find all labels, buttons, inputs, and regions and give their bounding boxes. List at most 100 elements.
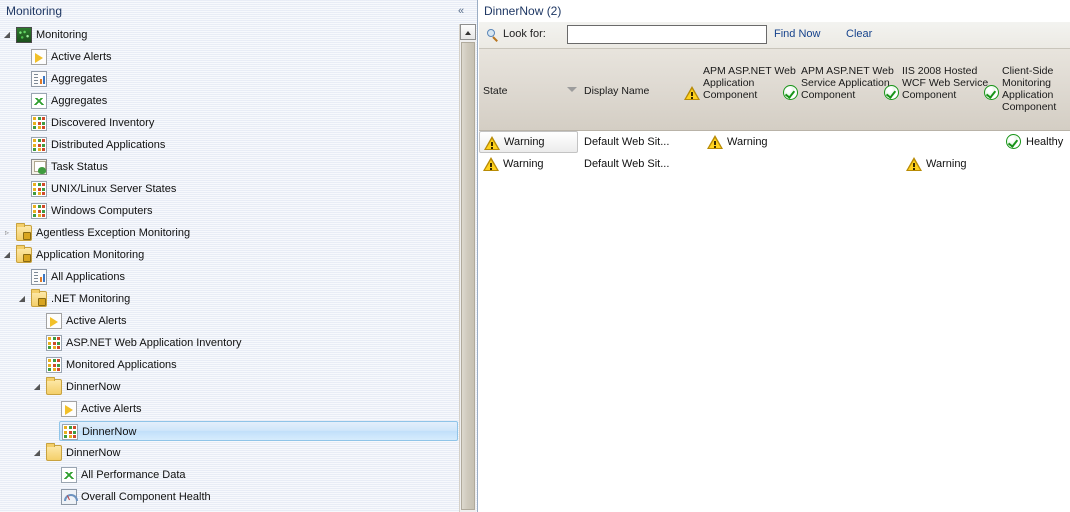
tree-item-monitored-applications[interactable]: Monitored Applications (0, 354, 460, 376)
tree-item-active-alerts[interactable]: Active Alerts (0, 310, 460, 332)
tree-item-monitoring[interactable]: Monitoring (0, 24, 460, 46)
tree-expander-expanded-icon[interactable] (1, 244, 13, 266)
state-view-icon (31, 203, 47, 219)
tree-item-task-status[interactable]: Task Status (0, 156, 460, 178)
tree-item-body[interactable]: All Applications (29, 267, 458, 287)
tree-expander-expanded-icon[interactable] (16, 288, 28, 310)
tree-item-body[interactable]: .NET Monitoring (29, 289, 458, 309)
cell-text: Warning (503, 158, 544, 170)
tree-item-icon-wrapper (31, 115, 47, 131)
tree-item-body[interactable]: Overall Component Health (59, 487, 458, 507)
state-view-icon (31, 137, 47, 153)
tree-item-asp-net-web-application-inventory[interactable]: ASP.NET Web Application Inventory (0, 332, 460, 354)
clear-button[interactable]: Clear (846, 28, 872, 40)
tree-item-active-alerts[interactable]: Active Alerts (0, 46, 460, 68)
tree-item-icon-wrapper (31, 137, 47, 153)
tree-item-icon-wrapper (31, 49, 47, 65)
tree-item-icon-wrapper (16, 27, 32, 43)
tree-item-body[interactable]: Distributed Applications (29, 135, 458, 155)
tree-item-windows-computers[interactable]: Windows Computers (0, 200, 460, 222)
tree-item-dinnernow[interactable]: DinnerNow (0, 442, 460, 464)
tree-item-discovered-inventory[interactable]: Discovered Inventory (0, 112, 460, 134)
tree-item-aggregates[interactable]: Aggregates (0, 90, 460, 112)
tree-item-all-applications[interactable]: All Applications (0, 266, 460, 288)
tree-expander-expanded-icon[interactable] (31, 376, 43, 398)
tree-item-body[interactable]: Monitored Applications (44, 355, 458, 375)
tree-item-body[interactable]: Agentless Exception Monitoring (14, 223, 458, 243)
tree-expander-expanded-icon[interactable] (31, 442, 43, 464)
tree-item-body[interactable]: Monitoring (14, 25, 458, 45)
gauge-icon (61, 489, 78, 505)
tree-item-overall-component-health[interactable]: Overall Component Health (0, 486, 460, 508)
tree-item-aggregates[interactable]: Aggregates (0, 68, 460, 90)
table-row[interactable]: Warning Default Web Sit... Warning (479, 153, 1070, 175)
tree-item-body[interactable]: DinnerNow (44, 377, 458, 397)
tree-item-distributed-applications[interactable]: Distributed Applications (0, 134, 460, 156)
cell-display[interactable]: Default Web Sit... (584, 131, 700, 153)
cell-state[interactable]: Warning (479, 131, 578, 153)
tree-item-icon-wrapper (31, 93, 47, 109)
nav-pane-title: Monitoring (6, 4, 63, 18)
tree-item-agentless-exception-monitoring[interactable]: Agentless Exception Monitoring (0, 222, 460, 244)
tree-expander-collapsed-icon[interactable] (1, 222, 13, 244)
tree-item-icon-wrapper (62, 424, 78, 440)
tree-item-dinnernow[interactable]: DinnerNow (0, 420, 460, 442)
nav-vertical-scrollbar[interactable] (459, 24, 476, 512)
search-input[interactable] (567, 25, 767, 44)
tree-item-body[interactable]: All Performance Data (59, 465, 458, 485)
column-header-display[interactable]: Display Name (584, 85, 680, 97)
tree-item-icon-wrapper (31, 269, 47, 285)
tree-item-body[interactable]: UNIX/Linux Server States (29, 179, 458, 199)
column-header-apm_web_svc[interactable]: APM ASP.NET Web Service Application Comp… (801, 65, 897, 101)
search-toolbar: Look for: Find Now Clear (479, 22, 1070, 49)
cell-state[interactable]: Warning (479, 153, 578, 175)
tree-item-body[interactable]: Active Alerts (59, 399, 458, 419)
cell-client_side[interactable]: Healthy (1002, 131, 1070, 153)
scrollbar-thumb[interactable] (461, 42, 475, 510)
collapse-pane-icon[interactable]: « (454, 4, 468, 18)
tree-item-body[interactable]: Application Monitoring (14, 245, 458, 265)
cell-display[interactable]: Default Web Sit... (584, 153, 700, 175)
tree-item-net-monitoring[interactable]: .NET Monitoring (0, 288, 460, 310)
cell-iis_wcf[interactable]: Warning (902, 153, 1018, 175)
folder-icon (46, 377, 62, 395)
column-header-client_side[interactable]: Client-Side Monitoring Application Compo… (1002, 65, 1070, 113)
tree-item-body[interactable]: ASP.NET Web Application Inventory (44, 333, 458, 353)
tree-expander-expanded-icon[interactable] (1, 24, 13, 46)
table-row[interactable]: Warning Default Web Sit... Warning Healthy (479, 131, 1070, 153)
tree-item-body[interactable]: Aggregates (29, 91, 458, 111)
tree-item-unix-linux-server-states[interactable]: UNIX/Linux Server States (0, 178, 460, 200)
tree-item-body[interactable]: Windows Computers (29, 201, 458, 221)
grid-column-headers[interactable]: State Display Name APM ASP.NET Web Applica… (479, 49, 1070, 131)
cell-apm_web_app[interactable]: Warning (703, 131, 819, 153)
monitoring-tree[interactable]: Monitoring Active Alerts Aggregates Aggrega… (0, 24, 460, 512)
tree-item-label: Monitored Applications (66, 359, 177, 371)
tree-item-icon-wrapper (31, 159, 47, 175)
find-now-button[interactable]: Find Now (774, 28, 820, 40)
cell-status-icon (1006, 134, 1022, 149)
tree-item-label: .NET Monitoring (51, 293, 131, 305)
column-header-iis_wcf[interactable]: IIS 2008 Hosted WCF Web Service Componen… (902, 65, 998, 101)
tree-item-active-alerts[interactable]: Active Alerts (0, 398, 460, 420)
tree-item-label: Distributed Applications (51, 139, 166, 151)
column-header-state[interactable]: State (483, 85, 579, 97)
cell-text: Warning (926, 158, 967, 170)
report-icon (31, 269, 47, 285)
tree-item-dinnernow[interactable]: DinnerNow (0, 376, 460, 398)
scroll-up-arrow-icon[interactable] (460, 24, 476, 40)
nav-header: Monitoring « (0, 0, 478, 24)
tree-item-body[interactable]: Active Alerts (29, 47, 458, 67)
tree-item-body[interactable]: Discovered Inventory (29, 113, 458, 133)
tree-item-body[interactable]: Task Status (29, 157, 458, 177)
tree-item-body[interactable]: Aggregates (29, 69, 458, 89)
tree-item-all-performance-data[interactable]: All Performance Data (0, 464, 460, 486)
tree-item-body[interactable]: DinnerNow (44, 443, 458, 463)
tree-item-icon-wrapper (61, 467, 77, 483)
tree-item-body[interactable]: DinnerNow (59, 421, 458, 441)
cell-text: Warning (504, 136, 545, 148)
magnifier-icon (487, 29, 500, 42)
tree-item-body[interactable]: Active Alerts (44, 311, 458, 331)
folder-locked-icon (31, 289, 47, 307)
tree-item-application-monitoring[interactable]: Application Monitoring (0, 244, 460, 266)
results-grid[interactable]: Warning Default Web Sit... Warning Healthy W… (479, 131, 1070, 512)
